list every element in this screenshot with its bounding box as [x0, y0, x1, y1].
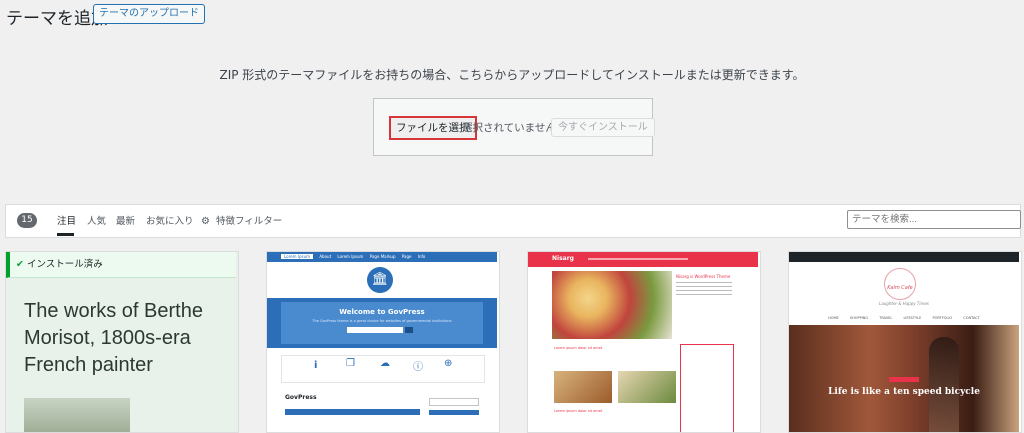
- kalm-hero-image: Life is like a ten speed bicycle: [789, 325, 1019, 432]
- nisarg-header: Nisarg: [528, 252, 758, 267]
- tab-popular[interactable]: 人気: [87, 213, 106, 227]
- installed-label: インストール済み: [27, 259, 103, 270]
- info-icon: i: [314, 360, 318, 371]
- govpress-logo-icon: 🏛: [367, 267, 393, 293]
- kalm-logo-text: Kalm Cafe: [887, 285, 913, 291]
- nisarg-post2-title: Lorem ipsum dolor sit amet: [554, 409, 603, 413]
- nisarg-feature-image: [552, 271, 672, 339]
- file-status: 選択されていません: [462, 122, 556, 134]
- install-now-button[interactable]: 今すぐインストール: [551, 118, 655, 137]
- govpress-sidebar-bar: [429, 410, 479, 415]
- nisarg-post-image-2: [618, 371, 676, 403]
- kalm-nav-item: SHOPPING: [849, 316, 869, 320]
- kalm-nav-item: HOME: [828, 316, 839, 320]
- govpress-search: [347, 327, 403, 333]
- nisarg-sidebar-block: [680, 344, 734, 432]
- feature-filter-button[interactable]: ⚙ 特徴フィルター: [201, 213, 282, 227]
- govpress-nav-item: Page: [401, 254, 412, 259]
- globe-icon: ⊕: [444, 358, 453, 369]
- govpress-hero: Welcome to GovPress The GovPress theme i…: [267, 298, 497, 348]
- govpress-icons-row: i ❐ ☁ ⓘ ⊕: [281, 355, 485, 383]
- kalm-nav: HOME SHOPPING TRAVEL LIFESTYLE PORTFOLIO…: [789, 316, 1019, 320]
- kalm-nav-item: CONTACT: [963, 316, 980, 320]
- upload-theme-button[interactable]: テーマのアップロード: [93, 4, 205, 24]
- kalm-nav-item: PORTFOLIO: [932, 316, 953, 320]
- theme-count-badge: 15: [17, 213, 37, 228]
- govpress-site-name: GovPress: [285, 394, 317, 401]
- gear-icon: ⚙: [201, 216, 210, 227]
- active-tab-indicator: [57, 233, 74, 236]
- copy-icon: ❐: [346, 358, 355, 369]
- theme-card-installed[interactable]: ✔ インストール済み The works of Berthe Morisot, …: [5, 251, 239, 433]
- theme-card-nisarg[interactable]: Nisarg Nisarg is WordPress Theme Lorem i…: [527, 251, 761, 433]
- kalm-hero-figure: [929, 337, 959, 432]
- nisarg-section-title: Lorem ipsum dolor sit amet: [554, 346, 603, 350]
- nisarg-post-lines: [676, 282, 732, 298]
- theme-preview-image: [24, 398, 130, 432]
- nisarg-logo: Nisarg: [552, 255, 574, 262]
- theme-card-govpress[interactable]: Lorem Ipsum About Lorem Ipsum Page Marku…: [266, 251, 500, 433]
- govpress-hero-title: Welcome to GovPress: [339, 308, 425, 316]
- feature-filter-label: 特徴フィルター: [216, 216, 283, 227]
- govpress-nav-item: Page Markup: [369, 254, 396, 259]
- kalm-hero-title: Life is like a ten speed bicycle: [828, 387, 980, 397]
- govpress-nav: Lorem Ipsum About Lorem Ipsum Page Marku…: [267, 252, 497, 262]
- govpress-content-bar: [285, 409, 420, 415]
- theme-search-input[interactable]: [847, 210, 1021, 229]
- nisarg-post-title: Nisarg is WordPress Theme: [676, 274, 731, 279]
- tab-favorites[interactable]: お気に入り: [146, 213, 194, 227]
- kalm-hero-badge: [889, 377, 919, 382]
- upload-description: ZIP 形式のテーマファイルをお持ちの場合、こちらからアップロードしてインストー…: [219, 68, 805, 82]
- nisarg-post-image-1: [554, 371, 612, 403]
- tab-latest[interactable]: 最新: [116, 213, 135, 227]
- kalm-topbar: [789, 252, 1019, 262]
- cloud-icon: ☁: [380, 358, 390, 369]
- govpress-nav-item: Lorem Ipsum: [337, 254, 364, 259]
- govpress-sidebar-search: [429, 398, 479, 406]
- installed-notice: ✔ インストール済み: [6, 252, 236, 278]
- kalm-nav-item: LIFESTYLE: [903, 316, 922, 320]
- check-icon: ✔: [16, 259, 24, 270]
- govpress-hero-sub: The GovPress theme is a great choice for…: [312, 319, 452, 323]
- theme-card-kalm[interactable]: Kalm Cafe Laughter & Happy Times HOME SH…: [788, 251, 1022, 433]
- kalm-subtitle: Laughter & Happy Times: [879, 301, 929, 306]
- nisarg-nav: [588, 258, 688, 260]
- govpress-nav-item: About: [319, 254, 332, 259]
- govpress-search-button: [405, 327, 413, 333]
- govpress-nav-item: Info: [417, 254, 426, 259]
- govpress-nav-item: Lorem Ipsum: [281, 254, 314, 259]
- info-circle-icon: ⓘ: [413, 362, 423, 373]
- tab-featured[interactable]: 注目: [57, 213, 76, 227]
- theme-preview-text: The works of Berthe Morisot, 1800s-era F…: [24, 300, 203, 376]
- kalm-logo: Kalm Cafe: [884, 268, 916, 300]
- kalm-nav-item: TRAVEL: [879, 316, 893, 320]
